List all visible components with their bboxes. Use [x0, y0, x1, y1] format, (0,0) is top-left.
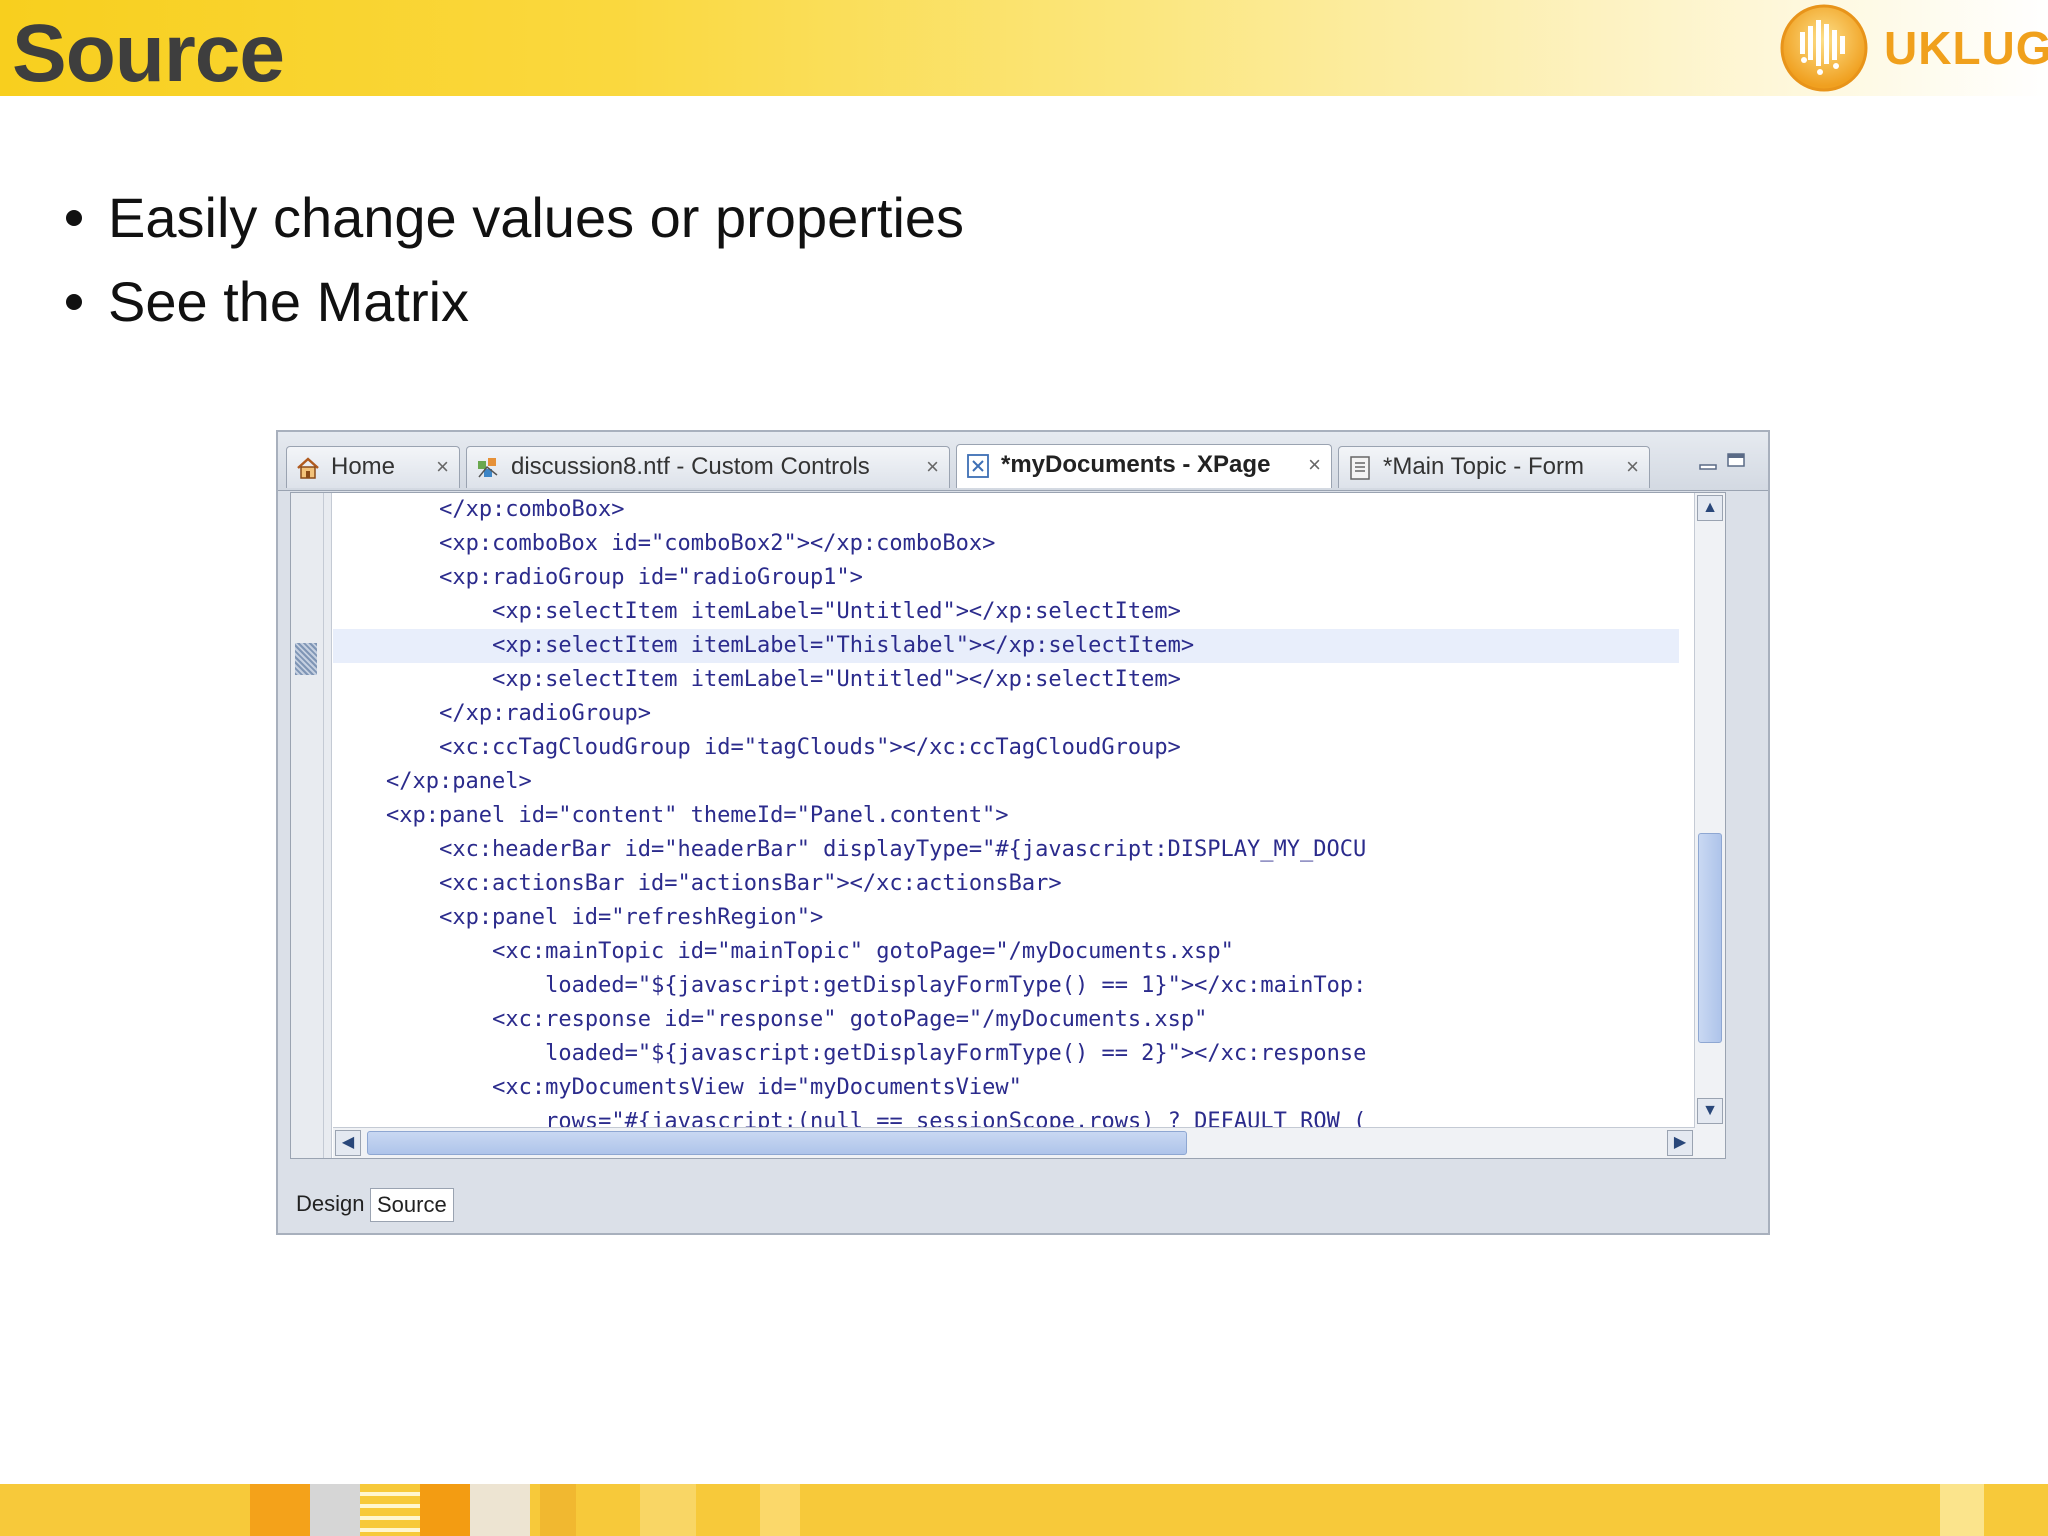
footer-decoration [760, 1484, 800, 1536]
tab-label: Home [331, 453, 396, 480]
tab-custom-controls[interactable]: discussion8.ntf - Custom Controls × [466, 446, 950, 488]
code-line[interactable]: loaded="${javascript:getDisplayFormType(… [333, 1037, 1679, 1071]
bullet-text: Easily change values or properties [108, 186, 965, 249]
horizontal-scrollbar[interactable]: ◀ ▶ [333, 1127, 1695, 1158]
tab-mydocuments-xpage[interactable]: *myDocuments - XPage × [956, 444, 1332, 488]
footer-decoration [310, 1484, 360, 1536]
xpage-icon [967, 454, 989, 478]
code-line[interactable]: </xp:panel> [333, 765, 1679, 799]
bullet-item: Easily change values or properties [60, 176, 964, 260]
editor-gutter [291, 493, 332, 1158]
tab-label: *myDocuments - XPage [1001, 451, 1271, 478]
close-icon[interactable]: × [436, 447, 449, 487]
code-line[interactable]: <xc:ccTagCloudGroup id="tagClouds"></xc:… [333, 731, 1679, 765]
footer-decoration [470, 1484, 530, 1536]
tab-main-topic-form[interactable]: *Main Topic - Form × [1338, 446, 1650, 488]
tab-design[interactable]: Design [290, 1188, 370, 1222]
ide-window: Home × discussion8.ntf - Custom Controls… [276, 430, 1770, 1235]
code-line[interactable]: <xp:panel id="content" themeId="Panel.co… [333, 799, 1679, 833]
custom-controls-icon [478, 458, 498, 478]
bullet-item: See the Matrix [60, 260, 964, 344]
vertical-scroll-thumb[interactable] [1698, 833, 1722, 1043]
gutter-ruler [323, 493, 324, 1158]
tab-label: discussion8.ntf - Custom Controls [511, 453, 870, 480]
slide-title: Source [12, 8, 285, 99]
minimize-icon[interactable] [1698, 456, 1718, 472]
scroll-left-icon[interactable]: ◀ [335, 1130, 361, 1156]
source-editor[interactable]: </xp:comboBox> <xp:comboBox id="comboBox2… [290, 492, 1726, 1159]
close-icon[interactable]: × [1308, 445, 1321, 485]
editor-tab-bar: Home × discussion8.ntf - Custom Controls… [278, 432, 1768, 491]
code-line[interactable]: <xc:mainTopic id="mainTopic" gotoPage="/… [333, 935, 1679, 969]
code-line[interactable]: <xp:comboBox id="comboBox2"></xp:comboBo… [333, 527, 1679, 561]
close-icon[interactable]: × [1626, 447, 1639, 487]
uklug-logo-icon [1780, 4, 1868, 92]
scroll-right-icon[interactable]: ▶ [1667, 1130, 1693, 1156]
code-line[interactable]: <xp:selectItem itemLabel="Untitled"></xp… [333, 595, 1679, 629]
bullet-text: See the Matrix [108, 270, 470, 333]
scroll-down-icon[interactable]: ▼ [1697, 1098, 1723, 1124]
footer-decoration [540, 1484, 576, 1536]
code-line[interactable]: </xp:comboBox> [333, 493, 1679, 527]
bullet-dot-icon [66, 294, 82, 310]
maximize-icon[interactable] [1726, 452, 1746, 468]
slide-footer [0, 1484, 2048, 1536]
tab-source[interactable]: Source [370, 1188, 454, 1222]
horizontal-scroll-thumb[interactable] [367, 1131, 1187, 1155]
logo-text: UKLUG [1884, 22, 2048, 74]
scroll-up-icon[interactable]: ▲ [1697, 495, 1723, 521]
code-line[interactable]: </xp:radioGroup> [333, 697, 1679, 731]
code-area[interactable]: </xp:comboBox> <xp:comboBox id="comboBox2… [333, 493, 1679, 1158]
footer-decoration [1940, 1484, 1984, 1536]
slide-header: Source UKLUG [0, 0, 2048, 99]
current-line-marker [295, 643, 317, 675]
code-line[interactable]: <xc:response id="response" gotoPage="/my… [333, 1003, 1679, 1037]
code-line[interactable]: <xc:actionsBar id="actionsBar"></xc:acti… [333, 867, 1679, 901]
code-line[interactable]: <xc:headerBar id="headerBar" displayType… [333, 833, 1679, 867]
vertical-scrollbar[interactable]: ▲ ▼ [1694, 493, 1725, 1158]
code-line[interactable]: <xp:selectItem itemLabel="Thislabel"></x… [333, 629, 1679, 663]
code-line[interactable]: <xp:panel id="refreshRegion"> [333, 901, 1679, 935]
code-line[interactable]: loaded="${javascript:getDisplayFormType(… [333, 969, 1679, 1003]
tab-home[interactable]: Home × [286, 446, 460, 488]
home-icon [297, 457, 319, 479]
code-line[interactable]: <xc:myDocumentsView id="myDocumentsView" [333, 1071, 1679, 1105]
bullet-dot-icon [66, 210, 82, 226]
footer-decoration [360, 1484, 420, 1536]
footer-decoration [250, 1484, 310, 1536]
bullet-list: Easily change values or properties See t… [60, 176, 964, 344]
close-icon[interactable]: × [926, 447, 939, 487]
tab-label: *Main Topic - Form [1383, 453, 1584, 480]
footer-decoration [420, 1484, 470, 1536]
code-line[interactable]: <xp:selectItem itemLabel="Untitled"></xp… [333, 663, 1679, 697]
code-line[interactable]: <xp:radioGroup id="radioGroup1"> [333, 561, 1679, 595]
footer-decoration [640, 1484, 696, 1536]
form-icon [1350, 456, 1370, 480]
